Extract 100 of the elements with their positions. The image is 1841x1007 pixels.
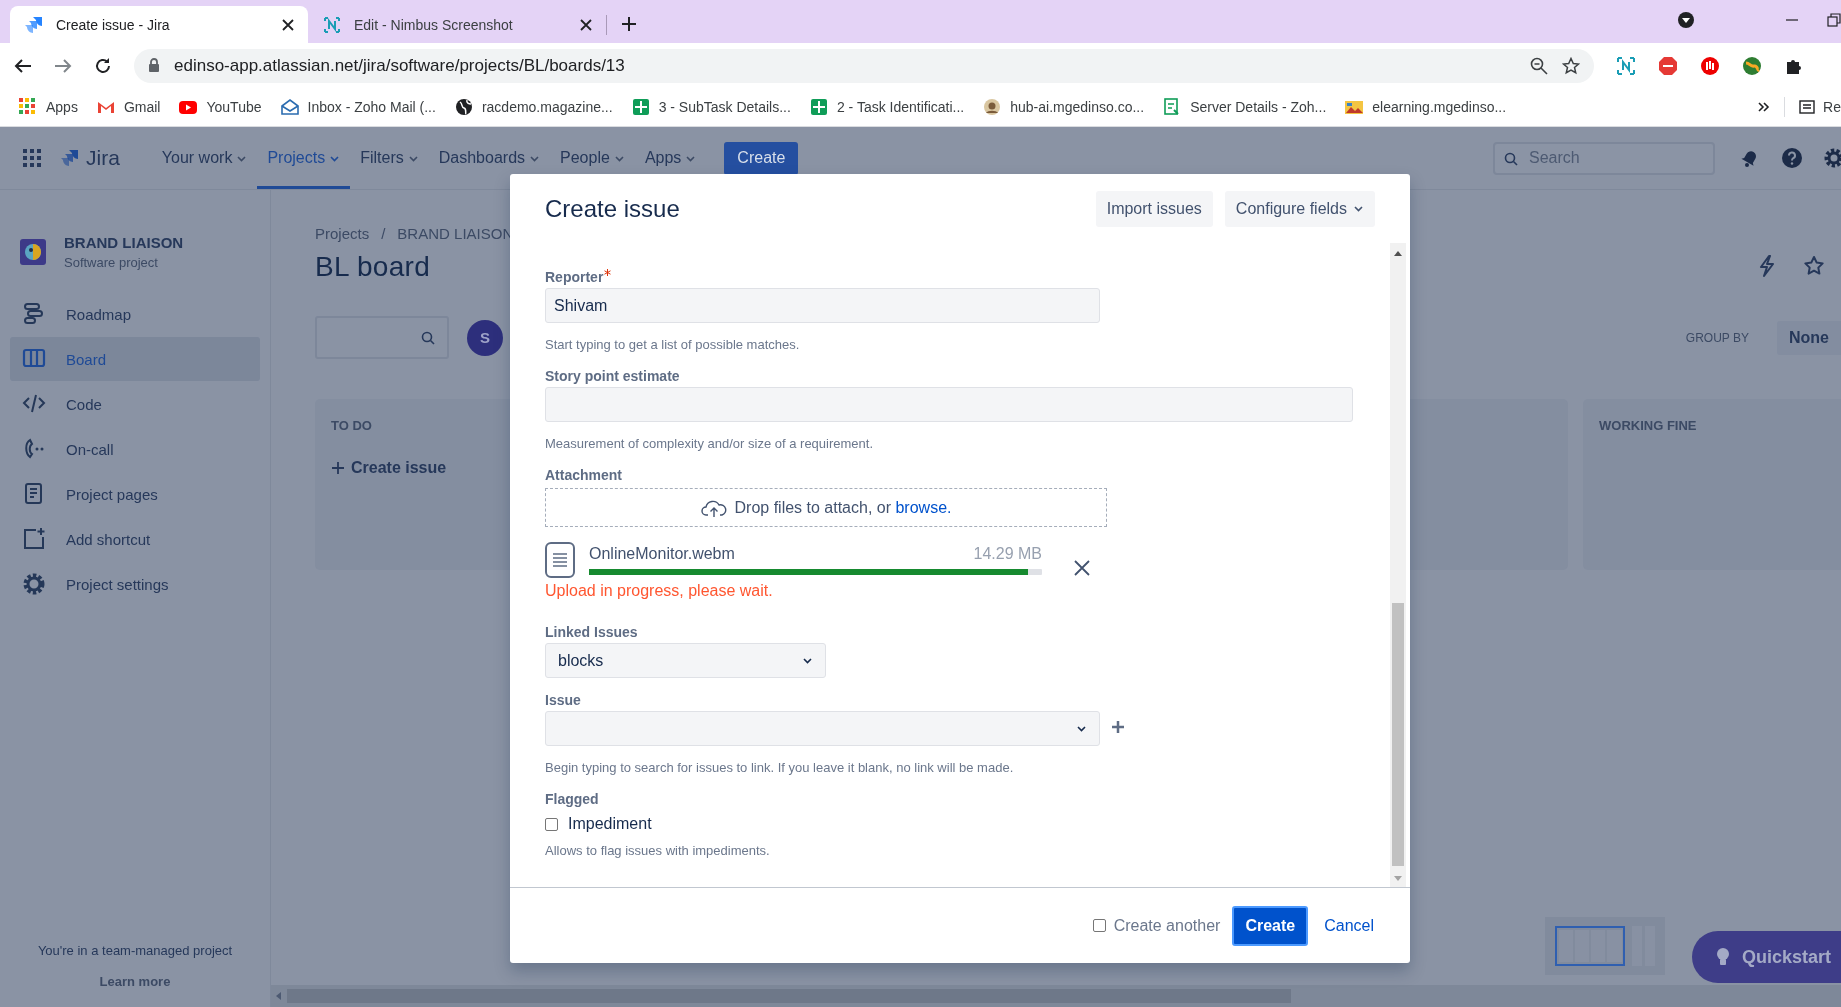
stop-sign-icon[interactable] — [1658, 55, 1678, 76]
story-point-field[interactable] — [545, 387, 1353, 422]
scroll-down-icon — [1393, 873, 1403, 883]
search-field[interactable]: Search — [1493, 141, 1715, 175]
apps-grid-icon — [18, 97, 38, 117]
horizontal-scrollbar[interactable] — [271, 985, 1841, 1007]
bookmark[interactable]: 2 - Task Identificati... — [808, 97, 965, 117]
nav-menu[interactable]: Filters — [350, 127, 429, 189]
nav-menu[interactable]: Apps — [634, 127, 707, 189]
reading-list[interactable]: Re — [1799, 99, 1841, 115]
browser-tab[interactable]: Edit - Nimbus Screenshot — [308, 6, 606, 43]
drop-zone[interactable]: Drop files to attach, or browse. — [545, 488, 1107, 527]
checkbox[interactable] — [545, 817, 558, 831]
field-hint: Start typing to get a list of possible matches. — [545, 337, 801, 352]
group-by-label: GROUP BY — [1685, 330, 1749, 345]
jira-logo-icon — [60, 148, 80, 168]
star-icon[interactable] — [1803, 255, 1825, 277]
bookmark[interactable]: Server Details - Zoh... — [1162, 97, 1327, 117]
create-issue-button[interactable]: Create issue — [331, 459, 447, 477]
checkbox-label: Impediment — [568, 815, 652, 833]
field-label: Flagged — [545, 791, 600, 807]
chevron-down-icon — [802, 656, 813, 665]
bookmark[interactable]: Gmail — [95, 97, 161, 117]
bookmark[interactable]: Apps — [18, 97, 78, 117]
bookmark[interactable]: 3 - SubTask Details... — [630, 97, 791, 117]
user-avatar[interactable]: S — [467, 319, 503, 356]
board-search-field[interactable] — [315, 316, 449, 359]
forward-icon[interactable] — [54, 56, 72, 75]
zoom-icon[interactable] — [1530, 56, 1548, 75]
globe-icon — [453, 97, 474, 117]
document-icon — [545, 542, 575, 578]
browser-tab[interactable]: Create issue - Jira — [10, 6, 308, 43]
more-icon[interactable] — [1758, 101, 1771, 113]
chevron-down-icon — [529, 153, 541, 163]
modal-title: Create issue — [545, 194, 681, 223]
bookmark[interactable]: YouTube — [178, 97, 262, 117]
nav-menu[interactable]: Dashboards — [428, 127, 551, 189]
app-switcher-icon[interactable] — [22, 148, 42, 168]
envelope-icon — [279, 97, 300, 117]
settings-icon[interactable] — [1823, 147, 1841, 169]
cancel-link[interactable]: Cancel — [1324, 916, 1374, 935]
lightbulb-icon — [1715, 947, 1730, 967]
search-icon — [421, 330, 435, 345]
field-label: Attachment — [545, 467, 623, 483]
bracket-icon[interactable] — [1616, 55, 1636, 76]
vertical-scrollbar[interactable] — [1390, 243, 1406, 887]
add-shortcut-icon — [22, 527, 46, 551]
nav-menu[interactable]: People — [550, 127, 635, 189]
bookmark[interactable]: elearning.mgedinso... — [1344, 97, 1507, 117]
create-button[interactable]: Create — [724, 141, 799, 175]
back-icon[interactable] — [14, 56, 32, 75]
lock-icon — [148, 58, 160, 73]
lightning-icon[interactable] — [1757, 255, 1777, 277]
spreadsheet-icon — [630, 97, 651, 117]
jira-logo[interactable]: Jira — [60, 146, 120, 170]
bookmark[interactable]: hub-ai.mgedinso.co... — [982, 97, 1145, 117]
bookmark[interactable]: racdemo.magazine... — [453, 97, 613, 117]
chevron-down-icon — [236, 153, 248, 163]
sidebar-item[interactable]: Roadmap — [10, 292, 260, 336]
quickstart-button[interactable]: Quickstart — [1691, 931, 1841, 983]
chevron-down-icon — [1353, 204, 1364, 213]
reporter-field[interactable]: Shivam — [545, 288, 1100, 323]
plus-icon — [331, 461, 345, 475]
link-type-select[interactable]: blocks — [545, 643, 826, 678]
field-label: Issue — [545, 692, 582, 708]
star-icon[interactable] — [1562, 56, 1580, 75]
nav-menu[interactable]: Your work — [151, 127, 258, 189]
close-icon[interactable] — [580, 18, 592, 31]
close-icon[interactable] — [1074, 560, 1090, 576]
import-issues-button[interactable]: Import issues — [1095, 190, 1213, 227]
sidebar-item[interactable]: Add shortcut — [10, 517, 260, 561]
group-by-button[interactable]: None — [1777, 320, 1841, 355]
phone-icon — [22, 437, 46, 461]
close-icon[interactable] — [282, 18, 294, 31]
configure-fields-button[interactable]: Configure fields — [1224, 190, 1375, 227]
checkbox[interactable] — [1092, 919, 1106, 932]
dropdown-icon[interactable] — [1677, 11, 1695, 29]
create-button[interactable]: Create — [1232, 905, 1309, 946]
sidebar-item[interactable]: On-call — [10, 427, 260, 471]
scroll-up-icon — [1393, 249, 1403, 259]
sidebar-item[interactable]: Project settings — [10, 562, 260, 606]
reload-icon[interactable] — [94, 56, 112, 75]
help-icon[interactable] — [1781, 147, 1803, 169]
chevron-down-icon — [1076, 724, 1087, 733]
globe-icon[interactable] — [1742, 55, 1762, 76]
column-title: WORKING FINE — [1599, 418, 1697, 433]
address-bar[interactable]: edinso-app.atlassian.net/jira/software/projects/BL/boards/13 — [134, 48, 1594, 83]
browse-link[interactable]: browse. — [895, 498, 952, 516]
sidebar-item[interactable]: Code — [10, 382, 260, 426]
scroll-left-icon — [274, 991, 284, 1001]
bookmark[interactable]: Inbox - Zoho Mail (... — [279, 97, 436, 117]
field-label: Story point estimate — [545, 368, 681, 384]
roadmap-icon — [22, 302, 46, 326]
spreadsheet-icon — [808, 97, 829, 117]
sidebar-item[interactable]: Project pages — [10, 472, 260, 516]
restore-icon[interactable] — [1827, 13, 1841, 27]
new-tab-icon[interactable] — [621, 16, 637, 32]
checkbox-label: Create another — [1113, 916, 1221, 935]
plus-icon[interactable] — [1112, 721, 1124, 733]
board-title: BL board — [315, 251, 430, 283]
